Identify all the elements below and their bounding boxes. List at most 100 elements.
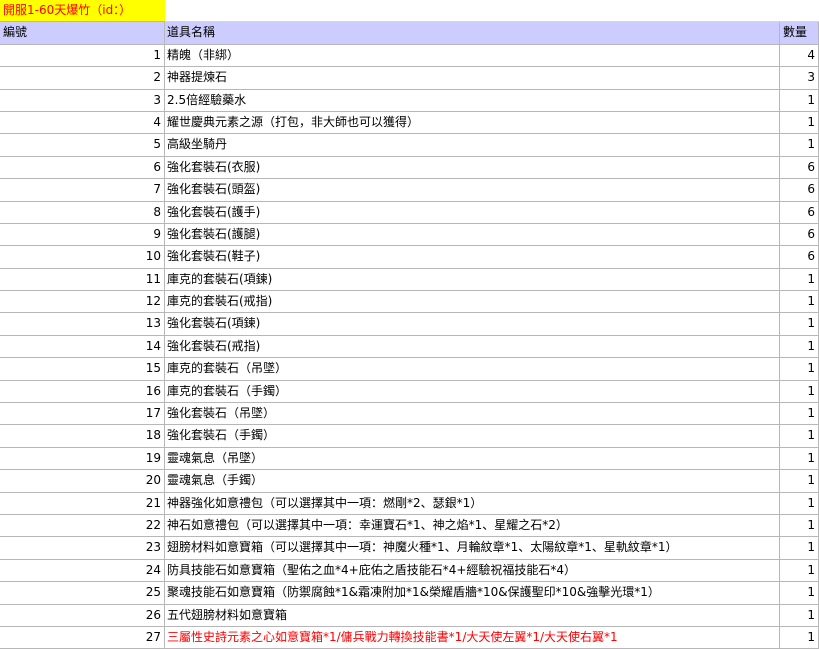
- row-item-name[interactable]: 庫克的套裝石(戒指): [165, 291, 780, 314]
- row-id[interactable]: 6: [0, 156, 165, 180]
- row-id[interactable]: 1: [0, 44, 165, 68]
- row-item-name[interactable]: 強化套裝石(項鍊): [165, 313, 780, 336]
- row-id[interactable]: 20: [0, 470, 165, 493]
- row-quantity[interactable]: 1: [780, 537, 819, 560]
- row-id[interactable]: 14: [0, 335, 165, 359]
- row-item-name[interactable]: 五代翅膀材料如意寶箱: [165, 604, 780, 627]
- row-item-name[interactable]: 強化套裝石(頭盔): [165, 179, 780, 202]
- row-id[interactable]: 12: [0, 291, 165, 314]
- row-id[interactable]: 7: [0, 179, 165, 202]
- row-id[interactable]: 15: [0, 358, 165, 381]
- row-quantity[interactable]: 1: [780, 111, 819, 135]
- row-quantity[interactable]: 1: [780, 470, 819, 493]
- row-item-name[interactable]: 耀世慶典元素之源（打包，非大師也可以獲得）: [165, 111, 780, 135]
- row-id[interactable]: 26: [0, 604, 165, 627]
- row-item-name[interactable]: 庫克的套裝石（手鐲）: [165, 380, 780, 404]
- row-item-name[interactable]: 神器強化如意禮包（可以選擇其中一項：燃剛*2、瑟銀*1）: [165, 492, 780, 515]
- row-id[interactable]: 8: [0, 201, 165, 224]
- row-quantity[interactable]: 1: [780, 291, 819, 314]
- row-item-name[interactable]: 翅膀材料如意寶箱（可以選擇其中一項：神魔火種*1、月輪紋章*1、太陽紋章*1、星…: [165, 537, 780, 560]
- row-quantity[interactable]: 6: [780, 179, 819, 202]
- row-quantity[interactable]: 1: [780, 358, 819, 381]
- row-quantity[interactable]: 1: [780, 559, 819, 583]
- table-row: 2 神器提煉石 3: [0, 67, 819, 90]
- row-id[interactable]: 17: [0, 403, 165, 426]
- row-quantity[interactable]: 1: [780, 403, 819, 426]
- row-item-name[interactable]: 靈魂氣息（手鐲）: [165, 470, 780, 493]
- row-id[interactable]: 10: [0, 246, 165, 269]
- row-id[interactable]: 24: [0, 559, 165, 583]
- row-id[interactable]: 22: [0, 514, 165, 538]
- row-quantity[interactable]: 1: [780, 335, 819, 359]
- row-item-name[interactable]: 強化套裝石(戒指): [165, 335, 780, 359]
- table-row: 10 強化套裝石(鞋子) 6: [0, 246, 819, 269]
- row-item-name[interactable]: 高級坐騎丹: [165, 134, 780, 157]
- row-quantity[interactable]: 6: [780, 201, 819, 224]
- table-row: 21 神器強化如意禮包（可以選擇其中一項：燃剛*2、瑟銀*1） 1: [0, 492, 819, 515]
- row-id[interactable]: 27: [0, 626, 165, 649]
- table-row: 4 耀世慶典元素之源（打包，非大師也可以獲得） 1: [0, 111, 819, 135]
- row-id[interactable]: 2: [0, 67, 165, 90]
- row-id[interactable]: 3: [0, 89, 165, 112]
- table-row: 16 庫克的套裝石（手鐲） 1: [0, 380, 819, 404]
- row-id[interactable]: 13: [0, 313, 165, 336]
- table-row: 23 翅膀材料如意寶箱（可以選擇其中一項：神魔火種*1、月輪紋章*1、太陽紋章*1…: [0, 537, 819, 560]
- header-quantity[interactable]: 數量: [780, 22, 819, 45]
- table-row: 5 高級坐騎丹 1: [0, 134, 819, 157]
- row-quantity[interactable]: 1: [780, 134, 819, 157]
- row-item-name[interactable]: 聚魂技能石如意寶箱（防禦腐蝕*1&霜凍附加*1&榮耀盾牆*10&保護聖印*10&…: [165, 582, 780, 605]
- row-id[interactable]: 9: [0, 223, 165, 247]
- title-row: 開服1-60天爆竹（id：）: [0, 0, 819, 23]
- row-id[interactable]: 25: [0, 582, 165, 605]
- row-item-name[interactable]: 強化套裝石(護腿): [165, 223, 780, 247]
- sheet-title[interactable]: 開服1-60天爆竹（id：）: [0, 0, 165, 23]
- row-quantity[interactable]: 6: [780, 246, 819, 269]
- row-quantity[interactable]: 6: [780, 156, 819, 180]
- row-item-name[interactable]: 三屬性史詩元素之心如意寶箱*1/傭兵戰力轉換技能書*1/大天使左翼*1/大天使右…: [165, 626, 780, 649]
- header-id[interactable]: 編號: [0, 22, 165, 45]
- row-item-name[interactable]: 庫克的套裝石(項鍊): [165, 268, 780, 292]
- row-item-name[interactable]: 強化套裝石(護手): [165, 201, 780, 224]
- row-quantity[interactable]: 4: [780, 44, 819, 68]
- row-id[interactable]: 4: [0, 111, 165, 135]
- data-rows: 1 精魄（非綁） 4 2 神器提煉石 3 3 2.5倍經驗藥水 1 4 耀世慶典元素之源（打包，非大…: [0, 44, 819, 649]
- row-quantity[interactable]: 1: [780, 492, 819, 515]
- row-item-name[interactable]: 強化套裝石（吊墜）: [165, 403, 780, 426]
- table-row: 13 強化套裝石(項鍊) 1: [0, 313, 819, 336]
- row-quantity[interactable]: 1: [780, 89, 819, 112]
- row-quantity[interactable]: 6: [780, 223, 819, 247]
- table-row: 25 聚魂技能石如意寶箱（防禦腐蝕*1&霜凍附加*1&榮耀盾牆*10&保護聖印*1…: [0, 582, 819, 605]
- table-row: 14 強化套裝石(戒指) 1: [0, 335, 819, 359]
- row-item-name[interactable]: 強化套裝石(鞋子): [165, 246, 780, 269]
- table-row: 20 靈魂氣息（手鐲） 1: [0, 470, 819, 493]
- row-quantity[interactable]: 1: [780, 582, 819, 605]
- row-item-name[interactable]: 2.5倍經驗藥水: [165, 89, 780, 112]
- row-id[interactable]: 18: [0, 425, 165, 448]
- row-quantity[interactable]: 1: [780, 313, 819, 336]
- header-item-name[interactable]: 道具名稱: [165, 22, 780, 45]
- row-quantity[interactable]: 1: [780, 380, 819, 404]
- row-quantity[interactable]: 1: [780, 268, 819, 292]
- row-quantity[interactable]: 1: [780, 425, 819, 448]
- row-item-name[interactable]: 神石如意禮包（可以選擇其中一項：幸運寶石*1、神之焰*1、星耀之石*2）: [165, 514, 780, 538]
- row-id[interactable]: 19: [0, 447, 165, 471]
- row-id[interactable]: 5: [0, 134, 165, 157]
- title-row-empty-cell[interactable]: [165, 0, 819, 23]
- row-item-name[interactable]: 強化套裝石(衣服): [165, 156, 780, 180]
- row-quantity[interactable]: 1: [780, 626, 819, 649]
- row-item-name[interactable]: 防具技能石如意寶箱（聖佑之血*4+庇佑之盾技能石*4+經驗祝福技能石*4）: [165, 559, 780, 583]
- row-item-name[interactable]: 精魄（非綁）: [165, 44, 780, 68]
- row-quantity[interactable]: 1: [780, 447, 819, 471]
- row-item-name[interactable]: 強化套裝石（手鐲）: [165, 425, 780, 448]
- row-item-name[interactable]: 靈魂氣息（吊墜）: [165, 447, 780, 471]
- row-item-name[interactable]: 庫克的套裝石（吊墜）: [165, 358, 780, 381]
- row-id[interactable]: 11: [0, 268, 165, 292]
- row-quantity[interactable]: 1: [780, 514, 819, 538]
- row-id[interactable]: 21: [0, 492, 165, 515]
- row-quantity[interactable]: 3: [780, 67, 819, 90]
- row-quantity[interactable]: 1: [780, 604, 819, 627]
- row-id[interactable]: 16: [0, 380, 165, 404]
- table-row: 1 精魄（非綁） 4: [0, 44, 819, 68]
- row-id[interactable]: 23: [0, 537, 165, 560]
- row-item-name[interactable]: 神器提煉石: [165, 67, 780, 90]
